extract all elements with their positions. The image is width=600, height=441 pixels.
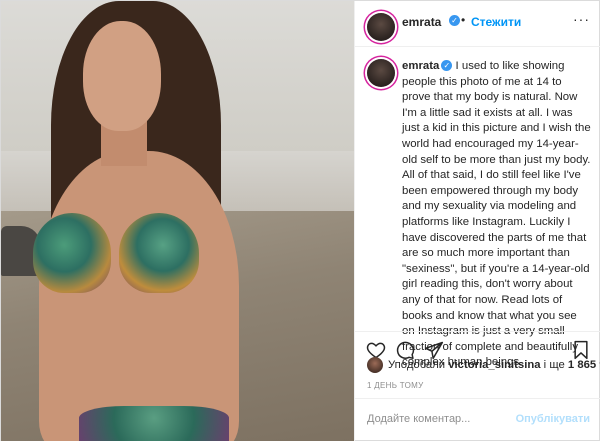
photo-bikini-bottom	[79, 406, 229, 441]
caption-avatar[interactable]	[367, 59, 395, 87]
author-username[interactable]: emrata	[402, 15, 441, 29]
likes-text: Уподобали victoria_sinitsina і ще 1 865 …	[388, 359, 600, 371]
caption-username[interactable]: emrata	[402, 60, 439, 72]
more-options-icon[interactable]: ···	[573, 11, 590, 27]
likes-middle: і ще	[543, 359, 565, 371]
comment-box: Додайте коментар... Опублікувати	[355, 398, 600, 441]
post-timestamp[interactable]: 1 ДЕНЬ ТОМУ	[367, 381, 423, 390]
photo-body	[39, 151, 239, 441]
photo-bikini-top-left	[33, 213, 111, 293]
likes-count[interactable]: 1 865 905	[568, 359, 600, 371]
publish-button[interactable]: Опублікувати	[516, 413, 590, 425]
photo-bikini-top-right	[119, 213, 199, 293]
liker-avatar[interactable]	[367, 357, 383, 373]
instagram-post: emrata ✓ • Стежити ··· emrata ✓ I used to…	[0, 0, 600, 441]
header-separator: •	[461, 13, 466, 27]
post-side-panel: emrata ✓ • Стежити ··· emrata ✓ I used to…	[354, 1, 600, 441]
likes-prefix: Уподобали	[388, 359, 446, 371]
photo-face	[83, 21, 161, 131]
caption-body: I used to like showing people this photo…	[402, 60, 591, 369]
comment-input[interactable]: Додайте коментар...	[367, 413, 470, 425]
caption-text: emrata ✓ I used to like showing people th…	[402, 59, 592, 371]
verified-icon: ✓	[441, 60, 453, 72]
liker-username[interactable]: victoria_sinitsina	[448, 359, 540, 371]
likes-row: Уподобали victoria_sinitsina і ще 1 865 …	[367, 356, 600, 376]
author-avatar[interactable]	[367, 13, 395, 41]
caption-block: emrata ✓ I used to like showing people th…	[355, 47, 600, 368]
verified-icon: ✓	[449, 15, 460, 26]
follow-button[interactable]: Стежити	[471, 15, 521, 29]
post-photo[interactable]	[1, 1, 354, 441]
post-header: emrata ✓ • Стежити ···	[355, 1, 600, 47]
